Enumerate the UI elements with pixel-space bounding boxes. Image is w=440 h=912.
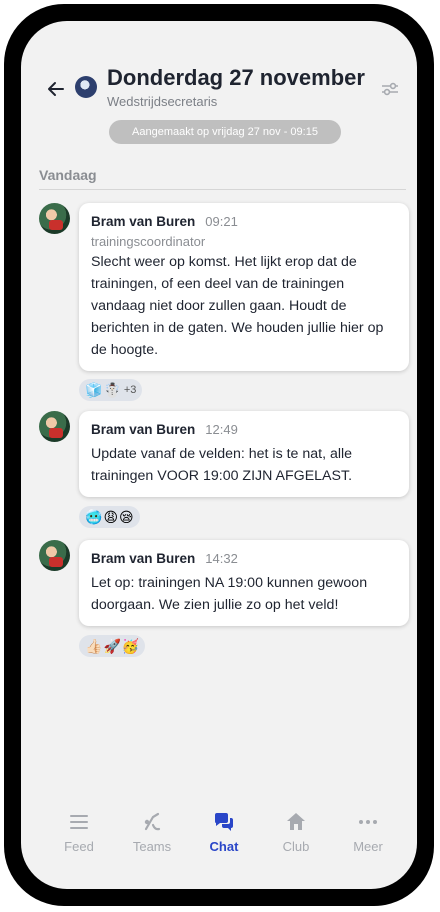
message-author: Bram van Buren [91, 422, 196, 437]
bottom-tab-bar: Feed Teams Chat Club Meer [21, 811, 417, 871]
reaction-emoji: 😪 [119, 508, 134, 525]
author-avatar[interactable] [39, 411, 70, 442]
message-author: Bram van Buren [91, 551, 196, 566]
section-divider [39, 189, 406, 190]
device-frame: Donderdag 27 november Wedstrijdsecretari… [4, 4, 434, 906]
message-text: Update vanaf de velden: het is te nat, a… [91, 446, 353, 484]
message-bubble[interactable]: Bram van Buren 14:32 Let op: trainingen N… [79, 540, 409, 626]
tab-label: Club [282, 839, 310, 854]
reaction-emoji: 🚀 [103, 637, 121, 654]
chat-icon [215, 813, 233, 831]
tab-label: Teams [132, 839, 172, 854]
app-screen: Donderdag 27 november Wedstrijdsecretari… [21, 21, 417, 889]
menu-icon [70, 815, 88, 829]
more-icon [359, 820, 377, 824]
author-avatar[interactable] [39, 203, 70, 234]
club-avatar [75, 76, 97, 98]
tab-teams[interactable]: Teams [117, 811, 187, 854]
message-text: Let op: trainingen NA 19:00 kunnen gewoo… [91, 575, 368, 613]
message-bubble[interactable]: Bram van Buren 09:21 trainingscoordinator… [79, 203, 409, 371]
back-arrow-icon[interactable] [45, 78, 67, 100]
message-author: Bram van Buren [91, 214, 196, 229]
message-bubble[interactable]: Bram van Buren 12:49 Update vanaf de veld… [79, 411, 409, 497]
author-avatar[interactable] [39, 540, 70, 571]
message-time: 14:32 [205, 551, 238, 566]
message-author-role: trainingscoordinator [91, 234, 206, 249]
reactions-bar[interactable]: 🥶 😩 😪 [79, 506, 140, 528]
tab-more[interactable]: Meer [333, 811, 403, 854]
message-text: Slecht weer op komst. Het lijkt erop dat… [91, 254, 384, 358]
tab-chat[interactable]: Chat [189, 811, 259, 854]
reactions-bar[interactable]: 🧊 ☃️ +3 [79, 379, 143, 401]
tab-label: Chat [209, 839, 239, 854]
page-title: Donderdag 27 november [107, 65, 365, 90]
message-time: 12:49 [205, 422, 238, 437]
reaction-emoji: 🥳 [121, 637, 140, 654]
reaction-emoji: 🥶 [85, 508, 103, 525]
reaction-emoji: ☃️ [103, 381, 121, 398]
settings-sliders-icon[interactable] [380, 79, 400, 99]
teams-icon [144, 812, 161, 831]
home-icon [287, 813, 305, 830]
reaction-emoji: 🧊 [85, 381, 103, 398]
tab-label: Meer [353, 839, 383, 854]
tab-feed[interactable]: Feed [44, 811, 114, 854]
message-time: 09:21 [205, 214, 238, 229]
section-label-today: Vandaag [39, 167, 97, 183]
reaction-emoji: 👍🏻 [85, 637, 103, 654]
tab-label: Feed [64, 839, 94, 854]
page-subtitle: Wedstrijdsecretaris [107, 94, 218, 109]
reactions-more-count: +3 [123, 384, 137, 396]
tab-club[interactable]: Club [261, 811, 331, 854]
reactions-bar[interactable]: 👍🏻 🚀 🥳 [79, 635, 146, 657]
created-at-badge: Aangemaakt op vrijdag 27 nov - 09:15 [109, 120, 341, 144]
reaction-emoji: 😩 [103, 508, 119, 525]
